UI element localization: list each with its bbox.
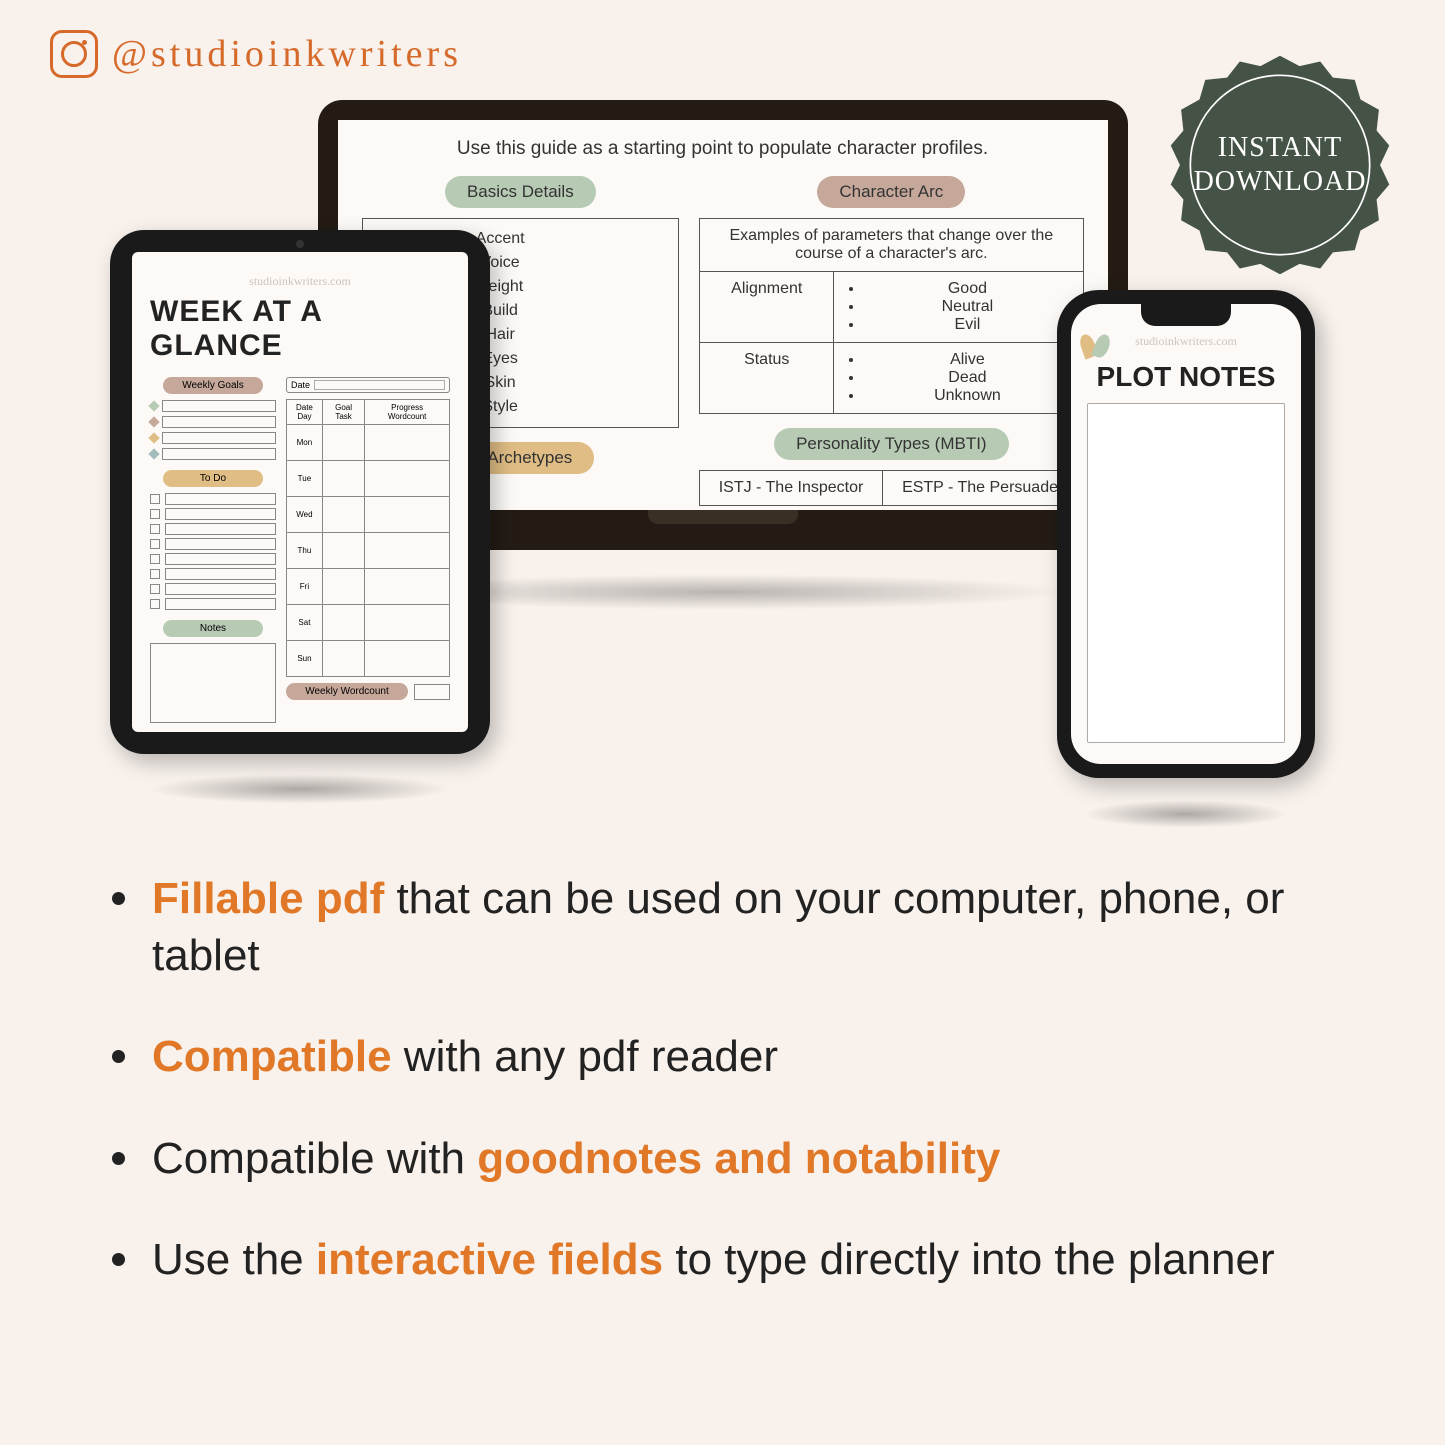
todo-checkbox[interactable] bbox=[150, 524, 160, 534]
notes-field[interactable] bbox=[150, 643, 276, 723]
phone-notch bbox=[1141, 304, 1231, 326]
todo-field[interactable] bbox=[165, 568, 276, 580]
highlight-text: interactive fields bbox=[316, 1235, 663, 1284]
cell[interactable] bbox=[365, 461, 450, 497]
cell[interactable] bbox=[365, 641, 450, 677]
bullet-item: Fillable pdf that can be used on your co… bbox=[100, 870, 1365, 984]
arc-row-label: Status bbox=[700, 343, 834, 414]
highlight-text: Compatible bbox=[152, 1032, 392, 1081]
instagram-icon bbox=[50, 30, 98, 78]
todo-checkbox[interactable] bbox=[150, 569, 160, 579]
watermark: studioinkwriters.com bbox=[150, 274, 450, 289]
watermark: studioinkwriters.com bbox=[1087, 334, 1285, 349]
phone-shadow bbox=[1083, 800, 1289, 828]
cell[interactable] bbox=[365, 605, 450, 641]
cell[interactable] bbox=[322, 497, 364, 533]
cell[interactable] bbox=[322, 461, 364, 497]
social-handle: @studioinkwriters bbox=[112, 32, 462, 76]
todo-checkbox[interactable] bbox=[150, 554, 160, 564]
bullet-text: to type directly into the planner bbox=[663, 1235, 1274, 1284]
tablet-shadow bbox=[148, 774, 452, 804]
todo-field[interactable] bbox=[165, 523, 276, 535]
arc-item: Unknown bbox=[864, 387, 1070, 405]
todo-field[interactable] bbox=[165, 583, 276, 595]
pill-character-arc: Character Arc bbox=[817, 176, 965, 208]
todo-checkbox[interactable] bbox=[150, 494, 160, 504]
bullet-text: with any pdf reader bbox=[392, 1032, 778, 1081]
pill-basics: Basics Details bbox=[445, 176, 596, 208]
weekly-wordcount-label: Weekly Wordcount bbox=[286, 683, 408, 700]
arc-row-label: Alignment bbox=[700, 272, 834, 343]
mbti-item: ESTP - The Persuader bbox=[882, 471, 1083, 506]
header: @studioinkwriters bbox=[50, 30, 462, 78]
goal-field[interactable] bbox=[162, 432, 276, 444]
instant-download-badge: INSTANT DOWNLOAD bbox=[1165, 50, 1395, 280]
day-label: Mon bbox=[287, 425, 323, 461]
goal-field[interactable] bbox=[162, 448, 276, 460]
todo-field[interactable] bbox=[165, 553, 276, 565]
week-at-a-glance-title: WEEK AT A GLANCE bbox=[150, 295, 450, 363]
arc-item: Good bbox=[864, 280, 1070, 298]
day-label: Sat bbox=[287, 605, 323, 641]
todo-field[interactable] bbox=[165, 508, 276, 520]
cell[interactable] bbox=[322, 533, 364, 569]
goal-field[interactable] bbox=[162, 400, 276, 412]
feature-bullets: Fillable pdf that can be used on your co… bbox=[100, 870, 1365, 1332]
notes-label: Notes bbox=[163, 620, 264, 637]
plot-notes-field[interactable] bbox=[1087, 403, 1285, 743]
bullet-item: Compatible with goodnotes and notability bbox=[100, 1130, 1365, 1187]
todo-checkbox[interactable] bbox=[150, 509, 160, 519]
todo-checkbox[interactable] bbox=[150, 599, 160, 609]
arc-item: Neutral bbox=[864, 298, 1070, 316]
todo-field[interactable] bbox=[165, 493, 276, 505]
todo-checkbox[interactable] bbox=[150, 584, 160, 594]
highlight-text: goodnotes and notability bbox=[477, 1134, 1000, 1183]
tablet-mockup: studioinkwriters.com WEEK AT A GLANCE We… bbox=[110, 230, 490, 804]
pill-mbti: Personality Types (MBTI) bbox=[774, 428, 1009, 460]
day-label: Sun bbox=[287, 641, 323, 677]
arc-item: Evil bbox=[864, 316, 1070, 334]
tablet-content: studioinkwriters.com WEEK AT A GLANCE We… bbox=[132, 252, 468, 732]
phone-content: studioinkwriters.com PLOT NOTES bbox=[1071, 304, 1301, 764]
bullet-text: Compatible with bbox=[152, 1134, 477, 1183]
mbti-item: ISTJ - The Inspector bbox=[700, 471, 883, 506]
badge-text-line1: INSTANT bbox=[1194, 131, 1367, 165]
cell[interactable] bbox=[365, 533, 450, 569]
phone-mockup: studioinkwriters.com PLOT NOTES bbox=[1057, 290, 1315, 828]
bullet-item: Compatible with any pdf reader bbox=[100, 1028, 1365, 1085]
bullet-text: Use the bbox=[152, 1235, 316, 1284]
day-label: Wed bbox=[287, 497, 323, 533]
badge-text-line2: DOWNLOAD bbox=[1194, 165, 1367, 199]
guide-intro-text: Use this guide as a starting point to po… bbox=[362, 138, 1084, 160]
wordcount-field[interactable] bbox=[414, 684, 450, 700]
cell[interactable] bbox=[365, 497, 450, 533]
leaf-icon bbox=[1081, 334, 1111, 364]
todo-field[interactable] bbox=[165, 598, 276, 610]
goal-field[interactable] bbox=[162, 416, 276, 428]
bullet-item: Use the interactive fields to type direc… bbox=[100, 1231, 1365, 1288]
todo-field[interactable] bbox=[165, 538, 276, 550]
arc-table: Examples of parameters that change over … bbox=[699, 218, 1083, 414]
cell[interactable] bbox=[322, 641, 364, 677]
weekly-goals-label: Weekly Goals bbox=[163, 377, 264, 394]
todo-checkbox[interactable] bbox=[150, 539, 160, 549]
cell[interactable] bbox=[322, 569, 364, 605]
day-label: Tue bbox=[287, 461, 323, 497]
arc-item: Alive bbox=[864, 351, 1070, 369]
day-label: Thu bbox=[287, 533, 323, 569]
mbti-table: ISTJ - The Inspector ESTP - The Persuade… bbox=[699, 470, 1083, 506]
week-table: DateDay GoalTask ProgressWordcount Mon T… bbox=[286, 399, 450, 677]
cell[interactable] bbox=[322, 605, 364, 641]
plot-notes-title: PLOT NOTES bbox=[1087, 361, 1285, 393]
date-field[interactable]: Date bbox=[286, 377, 450, 393]
todo-label: To Do bbox=[163, 470, 264, 487]
cell[interactable] bbox=[365, 425, 450, 461]
day-label: Fri bbox=[287, 569, 323, 605]
highlight-text: Fillable pdf bbox=[152, 874, 384, 923]
cell[interactable] bbox=[365, 569, 450, 605]
arc-item: Dead bbox=[864, 369, 1070, 387]
cell[interactable] bbox=[322, 425, 364, 461]
arc-caption: Examples of parameters that change over … bbox=[700, 219, 1083, 272]
